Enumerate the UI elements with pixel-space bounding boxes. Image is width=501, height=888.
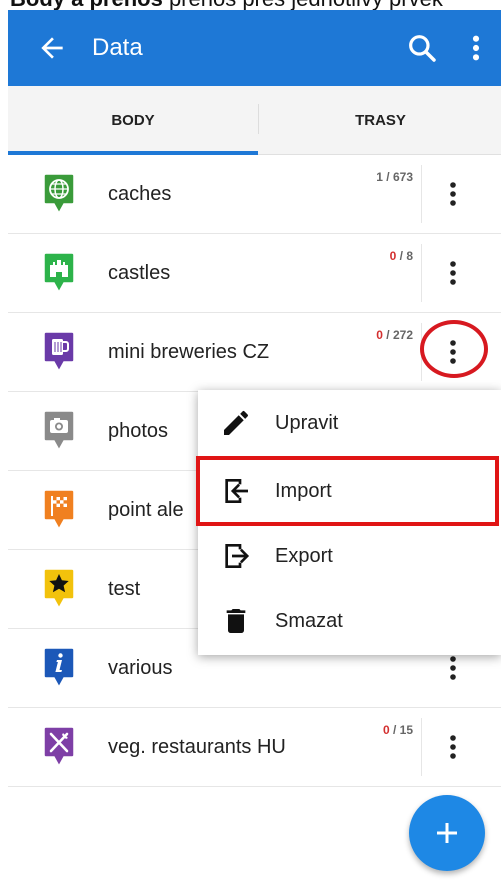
more-vert-icon[interactable] xyxy=(436,728,470,766)
list-item-label: mini breweries CZ xyxy=(108,341,270,363)
red-circle-annotation xyxy=(420,320,488,378)
list-item-label: veg. restaurants HU xyxy=(108,736,286,758)
menu-item-label: Upravit xyxy=(275,412,339,434)
list-item-label: caches xyxy=(108,183,172,205)
more-vert-icon[interactable] xyxy=(436,254,470,292)
row-divider xyxy=(421,165,422,223)
beer-mug-icon xyxy=(43,331,75,373)
tab-body[interactable]: BODY xyxy=(8,86,258,154)
list-item-count: 0 / 8 xyxy=(389,249,413,263)
tab-trasy[interactable]: TRASY xyxy=(260,86,501,154)
menu-item-label: Smazat xyxy=(275,610,343,632)
tab-divider xyxy=(258,104,259,134)
top-caption-crop: Body a přenos přenos přes jednotlivý prv… xyxy=(0,0,501,10)
star-icon xyxy=(43,568,75,610)
app-bar: Data xyxy=(8,10,501,86)
menu-item-label: Export xyxy=(275,545,333,567)
tab-bar: BODY TRASY xyxy=(8,86,501,155)
row-divider xyxy=(421,244,422,302)
add-fab-button[interactable] xyxy=(409,795,485,871)
more-vert-icon[interactable] xyxy=(436,175,470,213)
menu-item-export[interactable]: Export xyxy=(198,523,501,589)
row-divider xyxy=(421,718,422,776)
back-arrow-icon[interactable] xyxy=(36,32,68,64)
list-item-label: photos xyxy=(108,420,169,442)
pencil-icon xyxy=(224,410,248,435)
info-icon xyxy=(43,647,75,689)
list-item[interactable]: castles 0 / 8 xyxy=(8,234,501,313)
list-item-label: point ale xyxy=(108,499,184,521)
list-item-count: 0 / 15 xyxy=(382,723,413,737)
menu-item-smazat[interactable]: Smazat xyxy=(198,588,501,654)
list-item-label: castles xyxy=(108,262,171,284)
checkered-flag-icon xyxy=(43,489,75,531)
list-item-label: various xyxy=(108,657,173,679)
list-item-label: test xyxy=(108,578,141,600)
castle-icon xyxy=(43,252,75,294)
list-item-count: 1 / 673 xyxy=(376,170,413,184)
trash-icon xyxy=(226,609,246,633)
list-item[interactable]: caches 1 / 673 xyxy=(8,155,501,234)
more-vert-icon[interactable] xyxy=(468,32,484,64)
camera-icon xyxy=(43,410,75,452)
fork-knife-icon xyxy=(43,726,75,768)
plus-icon xyxy=(437,823,457,843)
red-box-annotation xyxy=(196,456,499,526)
menu-item-upravit[interactable]: Upravit xyxy=(198,390,501,456)
export-icon xyxy=(225,544,250,568)
list-item[interactable]: veg. restaurants HU 0 / 15 xyxy=(8,708,501,787)
list-item-count: 0 / 272 xyxy=(376,328,413,342)
search-icon[interactable] xyxy=(406,32,438,64)
globe-icon xyxy=(43,173,75,215)
page-title: Data xyxy=(92,34,143,61)
